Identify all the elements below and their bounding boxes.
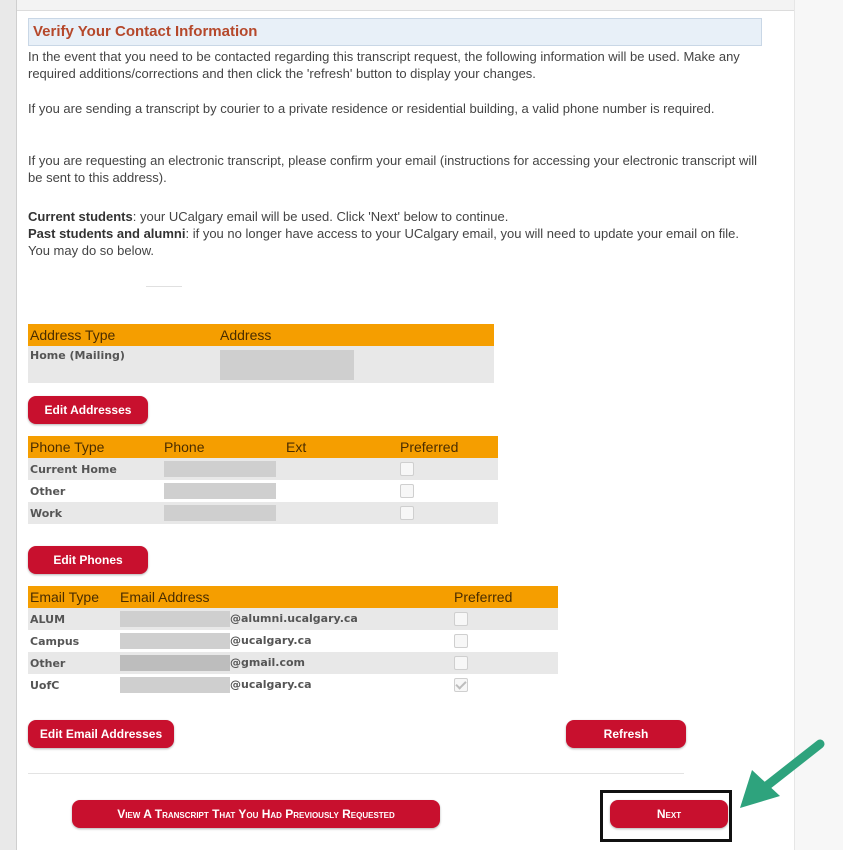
column-header: Preferred — [452, 586, 558, 608]
current-students-text: : your UCalgary email will be used. Clic… — [132, 209, 509, 224]
preferred-checkbox[interactable] — [400, 462, 414, 476]
column-header: Preferred — [398, 436, 498, 458]
current-students-label: Current students — [28, 209, 133, 224]
email-type-cell: Campus — [28, 630, 118, 652]
preferred-cell — [398, 502, 498, 524]
email-cell: @gmail.com — [118, 652, 452, 674]
preferred-cell — [452, 674, 558, 696]
table-row: Other @gmail.com — [28, 652, 558, 674]
redacted-email-user — [120, 611, 230, 627]
preferred-checkbox[interactable] — [400, 506, 414, 520]
column-header: Email Type — [28, 586, 118, 608]
footer-divider — [28, 773, 684, 774]
preferred-checkbox[interactable] — [400, 484, 414, 498]
decorative-divider — [146, 286, 182, 287]
preferred-cell — [398, 480, 498, 502]
email-domain: @ucalgary.ca — [230, 678, 312, 691]
preferred-cell — [398, 458, 498, 480]
table-row: UofC @ucalgary.ca — [28, 674, 558, 696]
preferred-checkbox[interactable] — [454, 656, 468, 670]
table-row: Home (Mailing) — [28, 346, 494, 383]
email-cell: @ucalgary.ca — [118, 674, 452, 696]
phone-cell — [162, 458, 284, 480]
phone-type-cell: Current Home — [28, 458, 162, 480]
column-header: Address — [218, 324, 494, 346]
column-header: Ext — [284, 436, 398, 458]
electronic-paragraph: If you are requesting an electronic tran… — [28, 153, 758, 185]
email-domain: @ucalgary.ca — [230, 634, 312, 647]
preferred-cell — [452, 630, 558, 652]
column-header: Email Address — [118, 586, 452, 608]
redacted-email-user — [120, 655, 230, 671]
email-domain: @alumni.ucalgary.ca — [230, 612, 358, 625]
preferred-checkbox-checked[interactable] — [454, 678, 468, 692]
phone-cell — [162, 502, 284, 524]
edit-phones-button[interactable]: Edit Phones — [28, 546, 148, 574]
email-table: Email Type Email Address Preferred ALUM … — [28, 586, 558, 696]
phone-type-cell: Work — [28, 502, 162, 524]
courier-paragraph: If you are sending a transcript by couri… — [28, 101, 715, 116]
preferred-checkbox[interactable] — [454, 612, 468, 626]
address-table-header: Address Type Address — [28, 324, 494, 346]
address-type-cell: Home (Mailing) — [28, 346, 218, 383]
table-row: Current Home — [28, 458, 498, 480]
redacted-phone — [164, 461, 276, 477]
section-title: Verify Your Contact Information — [28, 18, 762, 46]
preferred-cell — [452, 608, 558, 630]
redacted-email-user — [120, 677, 230, 693]
table-row: Other — [28, 480, 498, 502]
phone-type-cell: Other — [28, 480, 162, 502]
table-row: Campus @ucalgary.ca — [28, 630, 558, 652]
window-right-gutter — [794, 0, 843, 850]
redacted-address — [220, 349, 354, 380]
address-table: Address Type Address Home (Mailing) — [28, 324, 494, 383]
edit-addresses-button[interactable]: Edit Addresses — [28, 396, 148, 424]
preferred-cell — [452, 652, 558, 674]
email-cell: @ucalgary.ca — [118, 630, 452, 652]
refresh-button[interactable]: Refresh — [566, 720, 686, 748]
redacted-email-user — [120, 633, 230, 649]
table-row: ALUM @alumni.ucalgary.ca — [28, 608, 558, 630]
preferred-checkbox[interactable] — [454, 634, 468, 648]
email-domain: @gmail.com — [230, 656, 306, 669]
window-top-edge — [0, 0, 843, 11]
redacted-phone — [164, 505, 276, 521]
pointer-arrow-icon — [740, 739, 825, 808]
past-students-label: Past students and alumni — [28, 226, 186, 241]
redacted-phone — [164, 483, 276, 499]
column-header: Phone Type — [28, 436, 162, 458]
email-type-cell: UofC — [28, 674, 118, 696]
address-cell — [218, 346, 494, 383]
column-header: Address Type — [28, 324, 218, 346]
phone-cell — [162, 480, 284, 502]
email-type-cell: ALUM — [28, 608, 118, 630]
phone-table: Phone Type Phone Ext Preferred Current H… — [28, 436, 498, 524]
window-left-edge — [0, 0, 17, 850]
students-note: Current students: your UCalgary email wi… — [28, 208, 758, 259]
next-highlight-box — [600, 790, 732, 842]
ext-cell — [284, 502, 398, 524]
view-previous-transcript-button[interactable]: View A Transcript That You Had Previousl… — [72, 800, 440, 828]
column-header: Phone — [162, 436, 284, 458]
email-table-header: Email Type Email Address Preferred — [28, 586, 558, 608]
email-cell: @alumni.ucalgary.ca — [118, 608, 452, 630]
email-type-cell: Other — [28, 652, 118, 674]
edit-email-addresses-button[interactable]: Edit Email Addresses — [28, 720, 174, 748]
ext-cell — [284, 458, 398, 480]
phone-table-header: Phone Type Phone Ext Preferred — [28, 436, 498, 458]
intro-paragraph: In the event that you need to be contact… — [28, 49, 740, 81]
ext-cell — [284, 480, 398, 502]
table-row: Work — [28, 502, 498, 524]
